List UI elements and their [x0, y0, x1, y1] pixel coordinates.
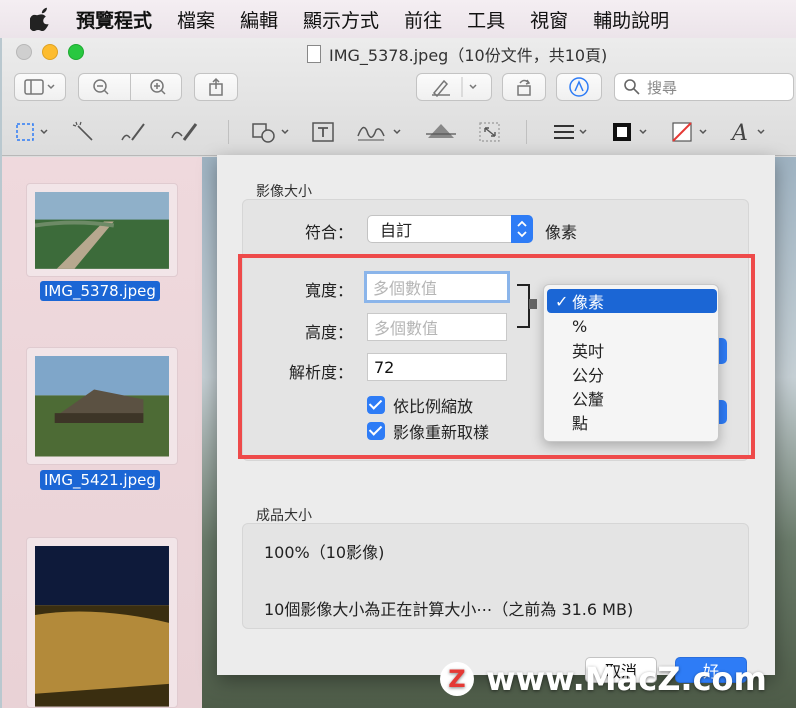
- apple-icon[interactable]: [30, 7, 52, 31]
- text-style-icon[interactable]: A: [730, 118, 776, 146]
- thumbnail-image: [35, 192, 169, 269]
- fill-color-icon[interactable]: [670, 118, 716, 146]
- instant-alpha-icon[interactable]: [70, 118, 100, 146]
- menu-file[interactable]: 檔案: [177, 6, 215, 33]
- result-percent: 100%（10影像): [264, 543, 385, 562]
- search-placeholder: 搜尋: [647, 78, 678, 97]
- markup-toolbar-button[interactable]: [556, 73, 602, 101]
- zoom-out-icon[interactable]: [80, 77, 130, 97]
- menu-tools[interactable]: 工具: [467, 6, 505, 33]
- preview-window: IMG_5378.jpeg（10份文件，共10頁) 搜尋 A IMG_5378.…: [2, 38, 796, 708]
- menu-edit[interactable]: 編輯: [240, 6, 278, 33]
- thumbnail-label-5421[interactable]: IMG_5421.jpeg: [40, 470, 160, 490]
- fit-label: 符合：: [304, 223, 353, 242]
- thumbnail-label-5378[interactable]: IMG_5378.jpeg: [40, 281, 160, 301]
- thumbnail-image: [35, 546, 169, 707]
- watermark: Z www.MacZ.com: [440, 660, 767, 698]
- thumbnail-image: [35, 356, 169, 457]
- title-bar: IMG_5378.jpeg（10份文件，共10頁) 搜尋 A: [2, 38, 796, 156]
- sidebar-toggle-button[interactable]: [14, 73, 66, 101]
- text-tool-icon[interactable]: [310, 118, 338, 146]
- thumbnail-img-3[interactable]: [26, 537, 178, 708]
- fit-popup[interactable]: 自訂: [367, 215, 533, 243]
- menu-help[interactable]: 輔助說明: [593, 6, 669, 33]
- rotate-icon: [517, 79, 531, 96]
- pen-icon: [432, 77, 477, 97]
- sidebar-icon: [24, 79, 55, 95]
- watermark-text: www.MacZ.com: [486, 660, 767, 698]
- signature-icon[interactable]: [354, 118, 410, 146]
- adjust-color-icon[interactable]: [424, 118, 458, 146]
- search-input[interactable]: 搜尋: [614, 73, 794, 101]
- markup-icon: [569, 77, 589, 97]
- close-button[interactable]: [16, 44, 32, 60]
- selection-tool-icon[interactable]: [14, 118, 58, 146]
- menu-go[interactable]: 前往: [404, 6, 442, 33]
- image-size-title: 影像大小: [256, 184, 312, 200]
- menu-bar: 預覽程式 檔案 編輯 顯示方式 前往 工具 視窗 輔助說明: [0, 0, 796, 38]
- annotation-highlight-box: [238, 254, 755, 459]
- fit-unit-label: 像素: [545, 223, 578, 242]
- window-title: IMG_5378.jpeg（10份文件，共10頁): [307, 42, 607, 66]
- border-color-icon[interactable]: [610, 118, 656, 146]
- shapes-icon[interactable]: [250, 118, 296, 146]
- adjust-size-icon[interactable]: [476, 118, 504, 146]
- window-title-text: IMG_5378.jpeg（10份文件，共10頁): [329, 46, 608, 65]
- zoom-controls: [78, 73, 182, 101]
- result-size-title: 成品大小: [256, 508, 312, 524]
- toolbar-separator: [526, 120, 527, 144]
- thumbnail-sidebar: IMG_5378.jpeg IMG_5421.jpeg: [2, 157, 202, 708]
- search-icon: [624, 79, 640, 95]
- thumbnail-img-5378[interactable]: [26, 183, 178, 277]
- draw-icon[interactable]: [168, 118, 202, 146]
- zoom-in-icon[interactable]: [131, 77, 181, 97]
- thumbnail-img-5421[interactable]: [26, 347, 178, 465]
- menu-preview[interactable]: 預覽程式: [76, 6, 152, 33]
- menu-view[interactable]: 顯示方式: [303, 6, 379, 33]
- zoom-button[interactable]: [68, 44, 84, 60]
- watermark-logo: Z: [440, 662, 474, 696]
- rotate-button[interactable]: [502, 73, 546, 101]
- share-icon: [209, 77, 223, 96]
- sketch-icon[interactable]: [118, 118, 148, 146]
- share-button[interactable]: [194, 73, 238, 101]
- line-style-icon[interactable]: [550, 118, 596, 146]
- menu-window[interactable]: 視窗: [530, 6, 568, 33]
- chevron-updown-icon: [511, 215, 533, 243]
- minimize-button[interactable]: [42, 44, 58, 60]
- fit-value: 自訂: [380, 221, 413, 240]
- svg-text:A: A: [730, 121, 748, 146]
- document-icon: [307, 45, 321, 63]
- markup-pen-button[interactable]: [416, 73, 492, 101]
- result-size-text: 10個影像大小為正在計算大小⋯（之前為 31.6 MB): [264, 600, 634, 619]
- toolbar-separator: [228, 120, 229, 144]
